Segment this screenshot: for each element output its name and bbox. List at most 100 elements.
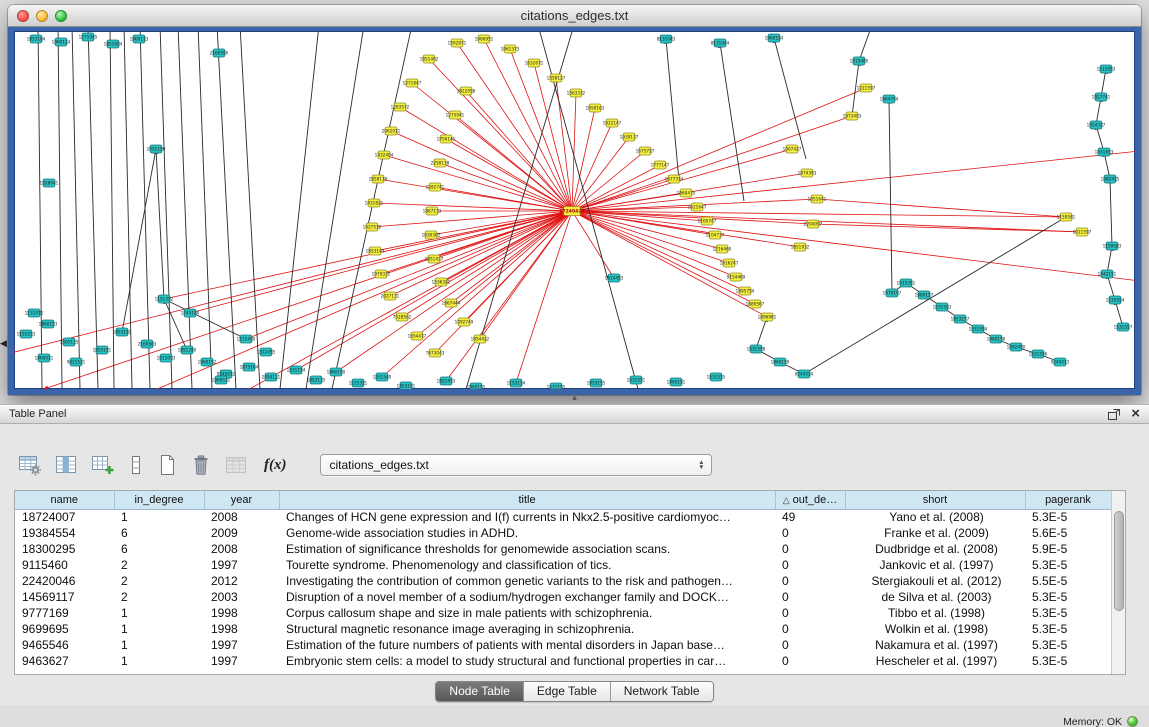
import-table-icon[interactable] [225,454,248,476]
graph-edge[interactable] [572,211,755,304]
table-cell[interactable]: 2 [114,557,204,573]
table-cell[interactable]: 1997 [204,637,279,653]
graph-edge[interactable] [14,211,572,356]
table-cell[interactable]: 0 [775,621,845,637]
table-mode-icon[interactable] [18,454,42,476]
close-panel-icon[interactable]: × [1131,407,1140,421]
graph-edge[interactable] [72,31,80,389]
table-cell[interactable]: 9465546 [15,637,114,653]
graph-edge[interactable] [859,31,872,61]
table-cell[interactable]: 2 [114,573,204,589]
column-header-short[interactable]: short [845,491,1025,509]
function-builder-button[interactable]: f(x) [264,457,287,474]
column-header-year[interactable]: year [204,491,279,509]
table-cell[interactable]: 0 [775,557,845,573]
graph-edge[interactable] [402,211,572,317]
graph-edge[interactable] [374,203,572,211]
table-cell[interactable]: 5.3E-5 [1025,637,1111,653]
graph-edge[interactable] [246,211,572,339]
table-row[interactable]: 969969511998Structural magnetic resonanc… [15,621,1111,637]
divider-handle-icon[interactable]: ▴ [572,393,577,402]
table-cell[interactable]: 18724007 [15,509,114,525]
table-cell[interactable]: Yano et al. (2008) [845,509,1025,525]
new-column-icon[interactable] [91,454,115,476]
table-cell[interactable]: Jankovic et al. (1997) [845,557,1025,573]
table-cell[interactable]: 19384554 [15,525,114,541]
table-row[interactable]: 1938455462009Genome-wide association stu… [15,525,1111,541]
minimize-window-button[interactable] [36,10,48,22]
tab-node-table[interactable]: Node Table [436,682,523,701]
table-cell[interactable]: 14569117 [15,589,114,605]
graph-edge[interactable] [280,31,319,389]
float-panel-icon[interactable] [1107,408,1121,421]
column-header-name[interactable]: name [15,491,114,509]
graph-edge[interactable] [160,31,172,389]
table-cell[interactable]: 5.3E-5 [1025,653,1111,669]
graph-edge[interactable] [534,63,572,211]
graph-edge[interactable] [464,211,572,322]
table-cell[interactable]: Embryonic stem cells: a model to study s… [279,653,775,669]
table-cell[interactable]: Franke et al. (2009) [845,525,1025,541]
table-cell[interactable]: 5.3E-5 [1025,509,1111,525]
table-cell[interactable]: 5.3E-5 [1025,589,1111,605]
table-row[interactable]: 911546021997Tourette syndrome. Phenomeno… [15,557,1111,573]
graph-edge[interactable] [198,31,212,389]
table-cell[interactable]: 2008 [204,541,279,557]
collapse-arrow-icon[interactable]: ◀ [0,338,7,349]
graph-edge[interactable] [572,88,866,211]
graph-edge[interactable] [88,31,98,389]
tab-network-table[interactable]: Network Table [610,682,713,701]
table-cell[interactable]: Disruption of a novel member of a sodium… [279,589,775,605]
table-cell[interactable]: Dudbridge et al. (2008) [845,541,1025,557]
graph-edge[interactable] [217,31,236,389]
table-row[interactable]: 946554611997Estimation of the future num… [15,637,1111,653]
table-row[interactable]: 1830029562008Estimation of significance … [15,541,1111,557]
zoom-window-button[interactable] [55,10,67,22]
table-cell[interactable]: 2009 [204,525,279,541]
table-cell[interactable]: 2003 [204,589,279,605]
table-cell[interactable]: 9463627 [15,653,114,669]
graph-edge[interactable] [417,211,572,336]
table-cell[interactable]: 18300295 [15,541,114,557]
table-cell[interactable]: 22420046 [15,573,114,589]
panel-divider[interactable]: ▴ [0,395,1149,404]
graph-edge[interactable] [572,211,800,247]
table-cell[interactable]: 9777169 [15,605,114,621]
graph-edge[interactable] [306,31,364,389]
table-cell[interactable]: Corpus callosum shape and size in male p… [279,605,775,621]
table-cell[interactable]: de Silva et al. (2003) [845,589,1025,605]
graph-edge[interactable] [384,155,572,211]
network-view[interactable]: 1724042718514621271847128357220620111432… [8,27,1141,395]
graph-edge[interactable] [332,31,412,389]
table-cell[interactable]: 0 [775,541,845,557]
graph-edge[interactable] [440,163,572,211]
rows-icon[interactable] [128,454,144,476]
table-cell[interactable]: 2012 [204,573,279,589]
table-cell[interactable]: 5.3E-5 [1025,621,1111,637]
graph-edge[interactable] [58,31,62,389]
graph-edge[interactable] [889,99,892,293]
column-header-pagerank[interactable]: pagerank [1025,491,1111,509]
graph-edge[interactable] [446,211,572,381]
column-header-out-de-[interactable]: △out_de… [775,491,845,509]
table-cell[interactable]: 49 [775,509,845,525]
table-row[interactable]: 946362711997Embryonic stem cells: a mode… [15,653,1111,669]
table-cell[interactable]: Stergiakouli et al. (2012) [845,573,1025,589]
graph-edge[interactable] [224,211,572,389]
graph-edge[interactable] [110,31,114,389]
table-cell[interactable]: 0 [775,653,845,669]
table-cell[interactable]: Genome-wide association studies in ADHD. [279,525,775,541]
graph-edge[interactable] [451,211,572,303]
graph-edge[interactable] [38,31,42,389]
table-cell[interactable]: 1 [114,637,204,653]
graph-edge[interactable] [720,43,744,201]
table-cell[interactable]: 1 [114,509,204,525]
graph-edge[interactable] [666,39,679,181]
table-cell[interactable]: Estimation of the future numbers of pati… [279,637,775,653]
table-cell[interactable]: 5.3E-5 [1025,557,1111,573]
graph-edge[interactable] [466,91,572,211]
table-cell[interactable]: 5.9E-5 [1025,541,1111,557]
network-canvas[interactable]: 1724042718514621271847128357220620111432… [14,31,1135,389]
table-cell[interactable]: 6 [114,541,204,557]
table-cell[interactable]: 9699695 [15,621,114,637]
